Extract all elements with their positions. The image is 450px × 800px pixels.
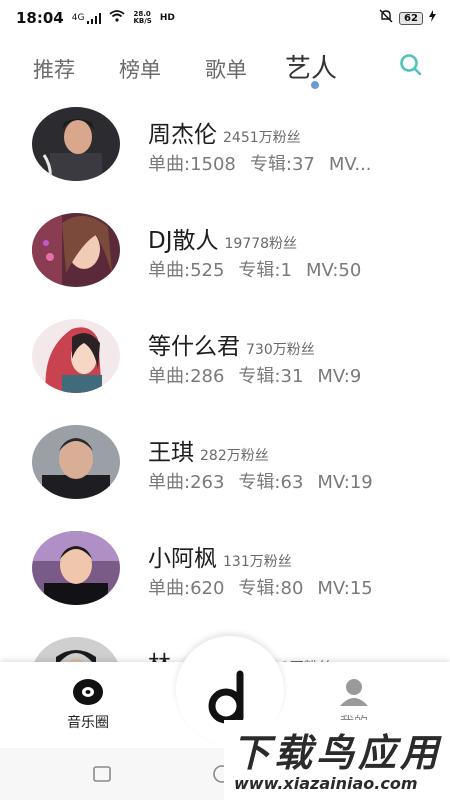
nav-music-circle-label: 音乐圈 [67,715,109,731]
nav-music-circle[interactable]: 音乐圈 [67,678,109,732]
artist-avatar [32,107,120,181]
mv-count: MV:50 [305,260,362,281]
watermark: 下载鸟应用 www.xiazainiao.com [224,720,450,800]
mv-count: MV:15 [317,578,373,599]
artist-name: DJ散人 [148,228,219,254]
artist-row[interactable]: 周杰伦 2451万粉丝 单曲:1508 专辑:37 MV... [0,100,450,196]
artist-fans: 2451万粉丝 [223,130,301,146]
artist-fans: 282万粉丝 [200,448,269,464]
singles-count: 单曲:1508 [148,154,236,175]
artist-name: 周杰伦 [148,122,217,148]
search-button[interactable] [398,52,424,78]
mv-count: MV:19 [317,472,373,493]
search-icon [400,54,422,76]
artist-name: 等什么君 [148,334,240,360]
artist-stats: 单曲:525 专辑:1 MV:50 [148,256,418,282]
albums-count: 专辑:37 [249,154,315,175]
singles-count: 单曲:620 [148,578,225,599]
artist-row[interactable]: 等什么君 730万粉丝 单曲:286 专辑:31 MV:9 [0,312,450,408]
albums-count: 专辑:1 [238,260,292,281]
albums-count: 专辑:63 [238,472,304,493]
category-tabs: 推荐 榜单 歌单 艺人 [0,46,450,96]
mv-count: MV... [328,154,372,175]
hd-badge: HD [159,13,175,23]
artist-stats: 单曲:263 专辑:63 MV:19 [148,468,418,494]
wifi-icon [109,10,126,26]
net-speed: 28.0 KB/S [133,11,151,25]
albums-count: 专辑:80 [238,578,304,599]
watermark-url: www.xiazainiao.com [234,774,418,793]
battery-icon: 62 [399,11,423,25]
artist-avatar [32,213,120,287]
mute-bell-icon [379,9,393,27]
tab-artists[interactable]: 艺人 [285,48,337,85]
vinyl-icon [73,679,103,705]
artist-stats: 单曲:620 专辑:80 MV:15 [148,574,418,600]
artist-fans: 131万粉丝 [223,554,292,570]
net-speed-unit: KB/S [133,17,152,25]
artist-name: 王琪 [148,440,194,466]
artist-avatar [32,425,120,499]
battery-level: 62 [404,12,418,24]
profile-icon [340,679,368,706]
signal-label: 4G [71,12,85,23]
artist-fans: 19778粉丝 [224,236,298,252]
singles-count: 单曲:286 [148,366,225,387]
artist-stats: 单曲:1508 专辑:37 MV... [148,150,418,176]
artist-stats: 单曲:286 专辑:31 MV:9 [148,362,418,388]
artist-row[interactable]: 王琪 282万粉丝 单曲:263 专辑:63 MV:19 [0,418,450,514]
albums-count: 专辑:31 [238,366,304,387]
tab-playlists[interactable]: 歌单 [205,54,247,84]
tab-recommend[interactable]: 推荐 [33,54,75,84]
tab-charts[interactable]: 榜单 [119,54,161,84]
signal-icon: 4G [71,12,102,24]
artist-avatar [32,531,120,605]
artist-row[interactable]: DJ散人 19778粉丝 单曲:525 专辑:1 MV:50 [0,206,450,302]
active-tab-indicator [311,81,319,89]
square-icon [93,766,111,782]
artist-fans: 730万粉丝 [246,342,315,358]
recent-apps-button[interactable] [93,766,111,786]
artist-name: 小阿枫 [148,546,217,572]
singles-count: 单曲:525 [148,260,225,281]
status-time: 18:04 [16,9,64,27]
singles-count: 单曲:263 [148,472,225,493]
mv-count: MV:9 [317,366,362,387]
artist-avatar [32,319,120,393]
artist-row[interactable]: 小阿枫 131万粉丝 单曲:620 专辑:80 MV:15 [0,524,450,620]
watermark-title: 下载鸟应用 [232,731,443,775]
status-bar: 18:04 4G 28.0 KB/S HD 62 [0,0,450,36]
charging-icon [429,10,436,26]
